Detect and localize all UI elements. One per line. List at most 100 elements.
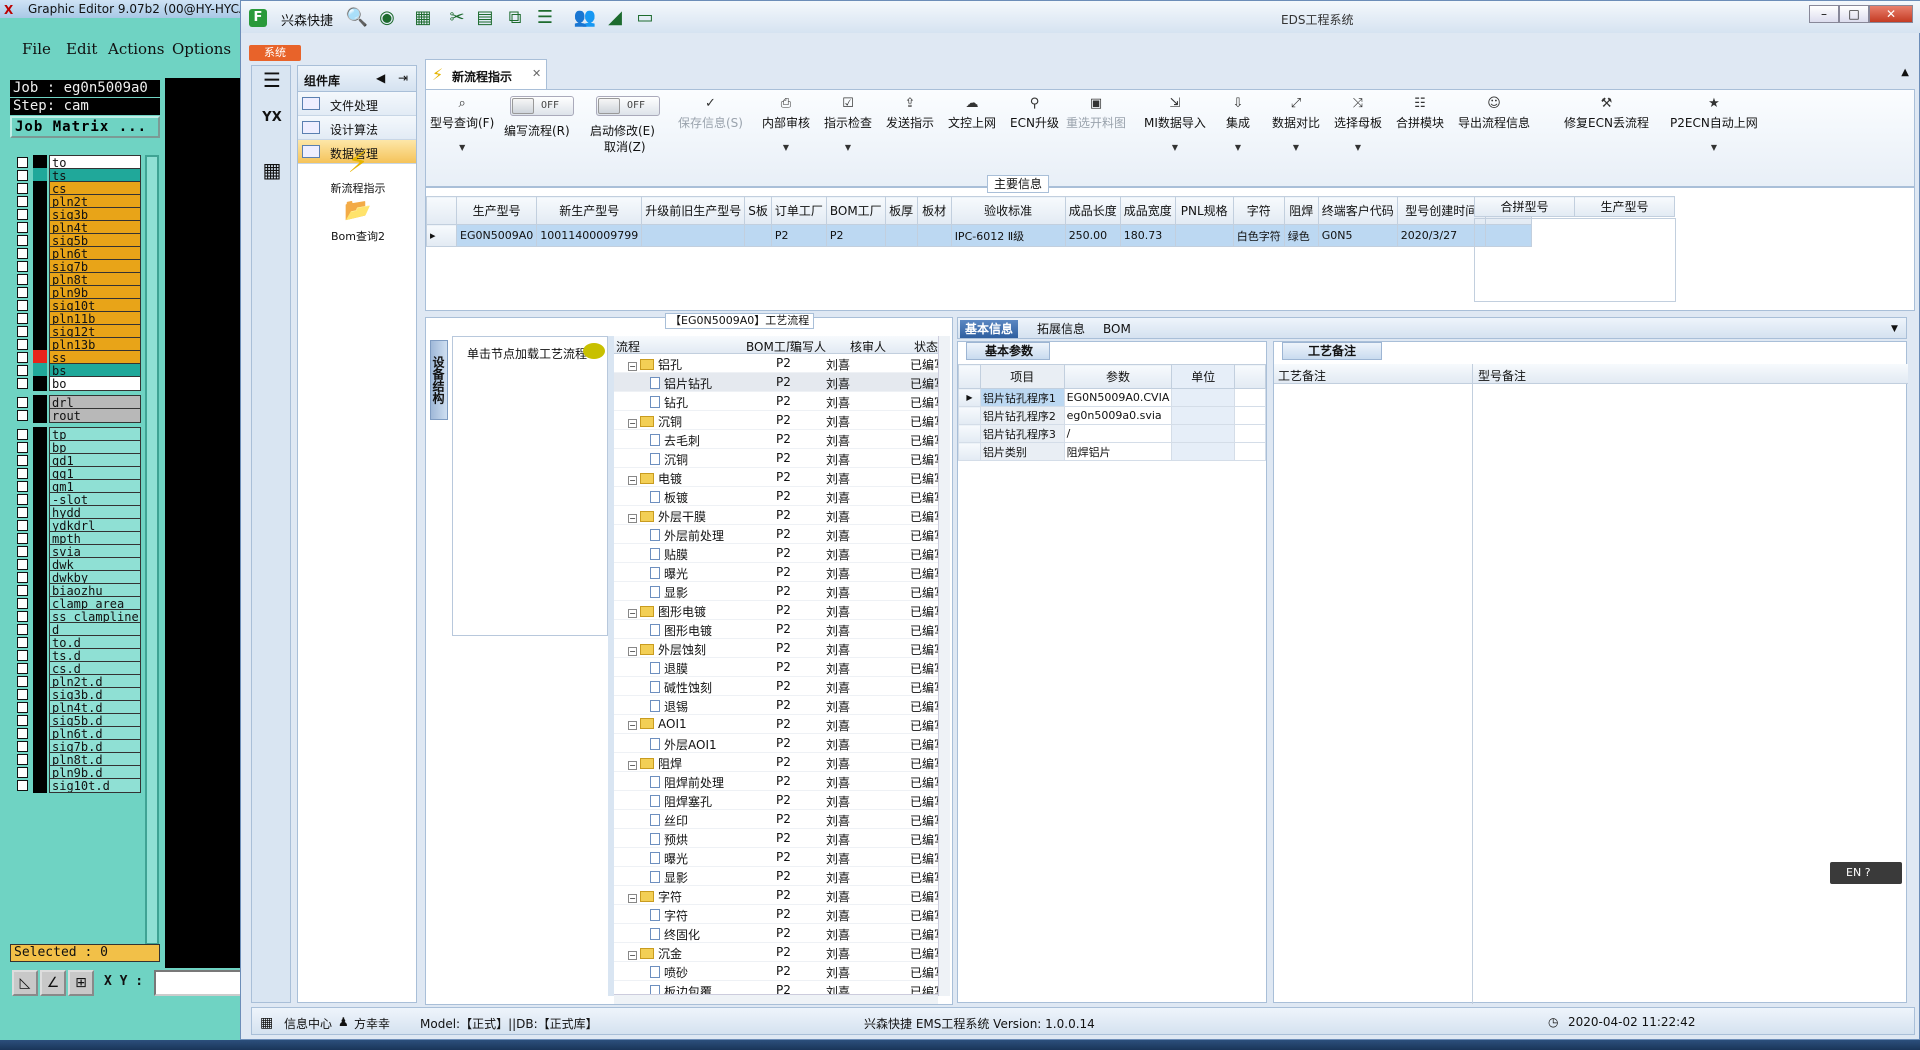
layer-checkbox[interactable] (17, 442, 28, 453)
collapse-icon[interactable]: − (628, 761, 637, 770)
layer-checkbox[interactable] (17, 429, 28, 440)
tree-node[interactable]: − 图形电镀 (628, 603, 706, 620)
layer-checkbox[interactable] (17, 235, 28, 246)
layer-checkbox[interactable] (17, 598, 28, 609)
column-header[interactable]: 终端客户代码 (1317, 196, 1398, 225)
column-header[interactable]: 新生产型号 (536, 196, 643, 225)
column-header[interactable]: 订单工厂 (770, 196, 827, 225)
layer-checkbox[interactable] (17, 183, 28, 194)
column-header[interactable]: 核审人 (850, 338, 886, 355)
tool-merge-module[interactable]: ☷ 合拼模块 (1396, 96, 1444, 131)
tree-row[interactable]: 字符 P2 刘喜 已编写 (614, 905, 944, 924)
scissors-icon[interactable]: ✂ (445, 7, 469, 29)
tree-row[interactable]: 显影 P2 刘喜 已编写 (614, 582, 944, 601)
shortcut-bom-query[interactable]: 📂 Bom查询2 (298, 194, 418, 244)
hamburger-menu-icon[interactable]: ☰ (254, 68, 290, 102)
layer-checkbox[interactable] (17, 261, 28, 272)
tree-row[interactable]: 曝光 P2 刘喜 已编写 (614, 848, 944, 867)
tool-export-process[interactable]: ☺ 导出流程信息 (1458, 96, 1530, 131)
layer-checkbox[interactable] (17, 410, 28, 421)
tree-row[interactable]: − 铝孔 P2 刘喜 已编写 (614, 354, 944, 373)
tree-node[interactable]: − 阻焊 (628, 755, 682, 772)
tab-extended-info[interactable]: 拓展信息 (1032, 320, 1090, 338)
tree-row[interactable]: − 电镀 P2 刘喜 已编写 (614, 468, 944, 487)
ime-indicator[interactable]: EN ? (1830, 862, 1902, 884)
tree-row[interactable]: − AOI1 P2 刘喜 已编写 (614, 715, 944, 734)
layer-checkbox[interactable] (17, 676, 28, 687)
table-cell[interactable]: IPC-6012 Ⅱ级 (950, 224, 1066, 247)
search-icon[interactable]: 🔍 (345, 7, 369, 29)
layer-checkbox[interactable] (17, 520, 28, 531)
collapse-icon[interactable]: − (628, 894, 637, 903)
param-cell-extra[interactable] (1234, 388, 1266, 407)
comp-item-design-algorithm[interactable]: 设计算法 (298, 116, 416, 140)
layer-checkbox[interactable] (17, 754, 28, 765)
menu-actions[interactable]: Actions (108, 40, 164, 58)
measure-tool-button[interactable]: ∠ (40, 970, 66, 996)
users-icon[interactable]: 👥 (573, 7, 597, 29)
tab-basic-info[interactable]: 基本信息 (960, 320, 1019, 338)
table-cell[interactable]: 250.00 (1064, 224, 1121, 247)
layer-checkbox[interactable] (17, 170, 28, 181)
tree-row[interactable]: 显影 P2 刘喜 已编写 (614, 867, 944, 886)
system-tab[interactable]: 系统 (249, 45, 301, 61)
tree-row[interactable]: − 外层干膜 P2 刘喜 已编写 (614, 506, 944, 525)
tree-row[interactable]: 阻焊塞孔 P2 刘喜 已编写 (614, 791, 944, 810)
tool-fix-ecn[interactable]: ⚒ 修复ECN丢流程 (1564, 96, 1649, 131)
collapse-icon[interactable]: − (628, 362, 637, 371)
param-cell-param[interactable]: / (1063, 424, 1173, 443)
layer-checkbox[interactable] (17, 248, 28, 259)
tree-node[interactable]: 外层AOI1 (650, 736, 717, 753)
tree-row[interactable]: 图形电镀 P2 刘喜 已编写 (614, 620, 944, 639)
tree-row[interactable]: − 外层蚀刻 P2 刘喜 已编写 (614, 639, 944, 658)
tree-node[interactable]: 贴膜 (650, 546, 688, 563)
maximize-button[interactable]: □ (1839, 5, 1869, 23)
layer-checkbox[interactable] (17, 637, 28, 648)
column-header[interactable]: 单位 (1171, 364, 1236, 389)
param-cell-param[interactable]: 阻焊铝片 (1063, 442, 1173, 461)
param-cell-extra[interactable] (1234, 442, 1266, 461)
layer-checkbox[interactable] (17, 702, 28, 713)
tree-node[interactable]: 退膜 (650, 660, 688, 677)
menu-options[interactable]: Options (172, 40, 231, 58)
tool-reselect-cutting[interactable]: ▣ 重选开料图 (1066, 96, 1126, 131)
tree-row[interactable]: − 阻焊 P2 刘喜 已编写 (614, 753, 944, 772)
tree-row[interactable]: 板镀 P2 刘喜 已编写 (614, 487, 944, 506)
tree-node[interactable]: 曝光 (650, 850, 688, 867)
layer-checkbox[interactable] (17, 196, 28, 207)
vertical-tab-equipment[interactable]: 设备结构 (430, 340, 448, 420)
yx-logo-icon[interactable]: YX (254, 110, 290, 144)
tool-select-master[interactable]: ⤨ 选择母板 ▼ (1334, 96, 1382, 152)
column-header[interactable]: 状态 (914, 338, 938, 355)
collapse-icon[interactable]: − (628, 647, 637, 656)
layer-checkbox[interactable] (17, 546, 28, 557)
tree-row[interactable]: 贴膜 P2 刘喜 已编写 (614, 544, 944, 563)
tree-node[interactable]: 显影 (650, 869, 688, 886)
tree-node[interactable]: 沉铜 (650, 451, 688, 468)
layer-checkbox[interactable] (17, 157, 28, 168)
column-header[interactable]: 工艺备注 (1278, 367, 1326, 384)
tool-internal-review[interactable]: ⎙ 内部审核 ▼ (762, 96, 810, 152)
collapse-icon[interactable]: − (628, 419, 637, 428)
tool-mi-import[interactable]: ⇲ MI数据导入 ▼ (1144, 96, 1206, 152)
layer-checkbox[interactable] (17, 663, 28, 674)
layer-row[interactable]: sig10t.d (10, 778, 160, 793)
tree-node[interactable]: − 外层干膜 (628, 508, 706, 525)
toggle-edit-process[interactable]: OFF (510, 96, 574, 116)
job-matrix-button[interactable]: Job Matrix ... (10, 116, 160, 138)
tree-row[interactable]: 外层AOI1 P2 刘喜 已编写 (614, 734, 944, 753)
tree-node[interactable]: 字符 (650, 907, 688, 924)
layer-checkbox[interactable] (17, 222, 28, 233)
param-cell-item[interactable]: 铝片类别 (979, 442, 1065, 461)
close-button[interactable]: ✕ (1869, 5, 1913, 23)
column-header[interactable]: 项目 (979, 364, 1065, 389)
tool-doc-online[interactable]: ☁ 文控上网 (948, 96, 996, 131)
column-header[interactable]: 阻焊 (1283, 196, 1319, 225)
table-row[interactable]: 铝片钻孔程序2 eg0n5009a0.svia (958, 406, 1266, 425)
tree-row[interactable]: 阻焊前处理 P2 刘喜 已编写 (614, 772, 944, 791)
layer-checkbox[interactable] (17, 650, 28, 661)
tree-row[interactable]: 预烘 P2 刘喜 已编写 (614, 829, 944, 848)
pin-icon[interactable]: ⇥ (398, 71, 408, 85)
layer-checkbox[interactable] (17, 326, 28, 337)
param-cell-item[interactable]: 铝片钻孔程序1 (979, 388, 1065, 407)
